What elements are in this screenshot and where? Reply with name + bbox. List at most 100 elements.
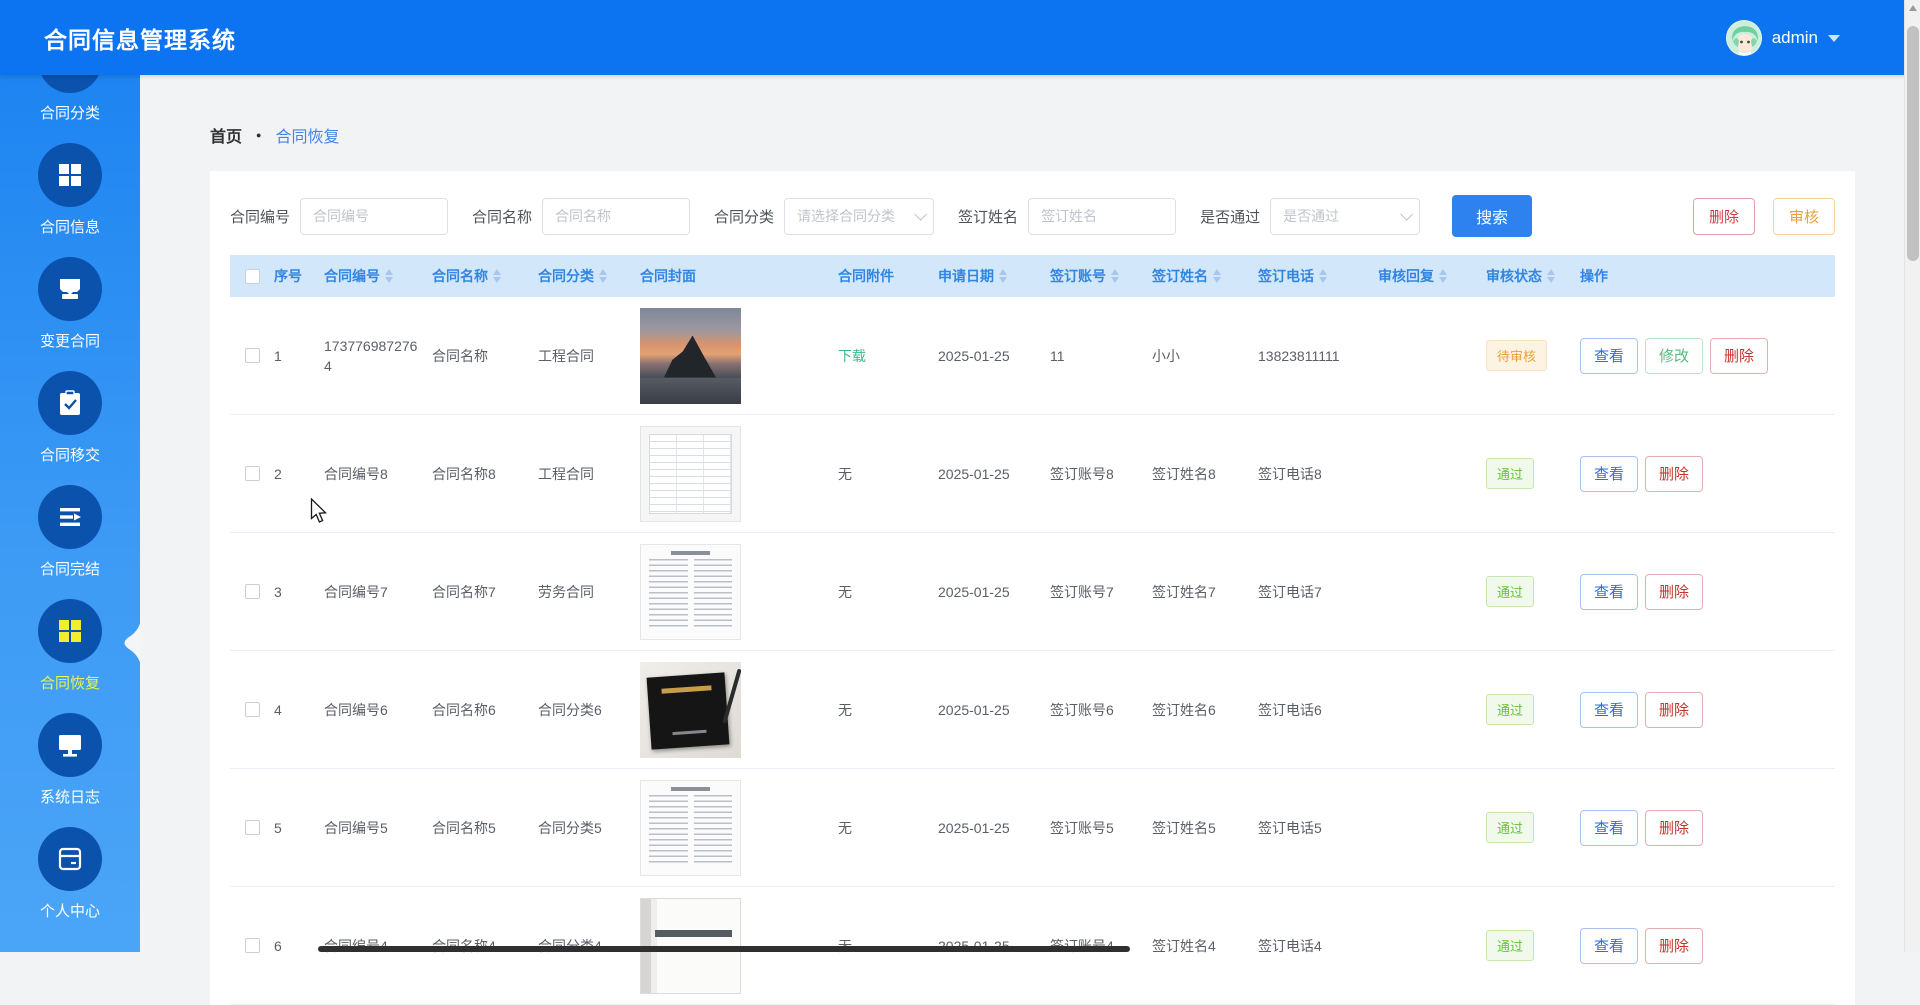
sort-carets-icon[interactable] bbox=[999, 269, 1007, 283]
contract-cover-image[interactable] bbox=[640, 544, 741, 640]
col-header-category[interactable]: 合同分类 bbox=[538, 266, 640, 286]
contract-category: 合同分类5 bbox=[538, 818, 640, 838]
sidebar: 合同分类 合同信息 变更合同 合同移交 合同完结 合同恢复 bbox=[0, 75, 140, 952]
grid-icon bbox=[38, 599, 102, 663]
sidebar-item-contract-transfer[interactable]: 合同移交 bbox=[0, 365, 140, 479]
pass-select[interactable]: 是否通过 bbox=[1270, 198, 1420, 235]
mouse-cursor-icon bbox=[310, 498, 328, 524]
view-button[interactable]: 查看 bbox=[1580, 928, 1638, 964]
search-button[interactable]: 搜索 bbox=[1452, 195, 1532, 237]
contract-cover-image[interactable] bbox=[640, 780, 741, 876]
col-header-name[interactable]: 合同名称 bbox=[432, 266, 538, 286]
chevron-down-icon[interactable] bbox=[1828, 35, 1840, 42]
view-button[interactable]: 查看 bbox=[1580, 456, 1638, 492]
row-checkbox[interactable] bbox=[245, 348, 260, 363]
apply-date: 2025-01-25 bbox=[938, 702, 1050, 718]
bulk-actions: 删除 审核 bbox=[1693, 198, 1835, 235]
breadcrumb-separator: ● bbox=[256, 130, 261, 140]
col-header-code[interactable]: 合同编号 bbox=[324, 266, 432, 286]
sidebar-item-contract-category[interactable]: 合同分类 bbox=[0, 75, 140, 137]
sign-person: 签订姓名7 bbox=[1152, 582, 1258, 602]
view-button[interactable]: 查看 bbox=[1580, 574, 1638, 610]
chevron-down-icon bbox=[914, 208, 927, 221]
status-badge: 通过 bbox=[1486, 812, 1534, 843]
contract-code-input[interactable] bbox=[300, 198, 448, 235]
sidebar-item-system-log[interactable]: 系统日志 bbox=[0, 707, 140, 821]
sort-carets-icon[interactable] bbox=[1439, 269, 1447, 283]
contract-cover-image[interactable] bbox=[640, 426, 741, 522]
contract-cover-image[interactable] bbox=[640, 662, 741, 758]
download-link[interactable]: 下载 bbox=[838, 346, 866, 366]
active-item-notch bbox=[122, 611, 140, 675]
status-badge: 通过 bbox=[1486, 930, 1534, 961]
sidebar-item-contract-complete[interactable]: 合同完结 bbox=[0, 479, 140, 593]
sidebar-item-label: 合同分类 bbox=[40, 102, 100, 123]
category-select[interactable]: 请选择合同分类 bbox=[784, 198, 934, 235]
delete-button[interactable]: 删除 bbox=[1645, 810, 1703, 846]
contract-name-input[interactable] bbox=[542, 198, 690, 235]
apply-date: 2025-01-25 bbox=[938, 584, 1050, 600]
sidebar-item-contract-restore[interactable]: 合同恢复 bbox=[0, 593, 140, 707]
sort-carets-icon[interactable] bbox=[385, 269, 393, 283]
row-checkbox[interactable] bbox=[245, 466, 260, 481]
filter-contract-name: 合同名称 bbox=[472, 198, 690, 235]
sidebar-item-personal-center[interactable]: 个人中心 bbox=[0, 821, 140, 935]
sidebar-item-contract-info[interactable]: 合同信息 bbox=[0, 137, 140, 251]
col-header-status[interactable]: 审核状态 bbox=[1486, 266, 1580, 286]
select-all-checkbox[interactable] bbox=[245, 269, 260, 284]
sort-carets-icon[interactable] bbox=[1319, 269, 1327, 283]
sort-carets-icon[interactable] bbox=[1111, 269, 1119, 283]
sign-account: 签订账号7 bbox=[1050, 582, 1152, 602]
user-menu[interactable]: admin bbox=[1726, 20, 1840, 56]
sidebar-item-change-contract[interactable]: 变更合同 bbox=[0, 251, 140, 365]
contract-cover-image[interactable] bbox=[640, 308, 741, 404]
col-header-person[interactable]: 签订姓名 bbox=[1152, 266, 1258, 286]
grid-icon bbox=[38, 143, 102, 207]
sort-carets-icon[interactable] bbox=[599, 269, 607, 283]
sort-carets-icon[interactable] bbox=[1547, 269, 1555, 283]
filter-label: 合同分类 bbox=[714, 206, 774, 227]
sign-person: 签订姓名5 bbox=[1152, 818, 1258, 838]
bulk-audit-button[interactable]: 审核 bbox=[1773, 198, 1835, 235]
bulk-delete-button[interactable]: 删除 bbox=[1693, 198, 1755, 235]
col-header-phone[interactable]: 签订电话 bbox=[1258, 266, 1378, 286]
row-checkbox[interactable] bbox=[245, 702, 260, 717]
view-button[interactable]: 查看 bbox=[1580, 338, 1638, 374]
col-header-actions: 操作 bbox=[1580, 266, 1835, 286]
user-name[interactable]: admin bbox=[1772, 28, 1818, 48]
col-header-date[interactable]: 申请日期 bbox=[938, 266, 1050, 286]
vertical-scrollbar-thumb[interactable] bbox=[1907, 26, 1919, 261]
delete-button[interactable]: 删除 bbox=[1710, 338, 1768, 374]
breadcrumb-current[interactable]: 合同恢复 bbox=[275, 123, 339, 147]
row-checkbox[interactable] bbox=[245, 820, 260, 835]
filter-label: 签订姓名 bbox=[958, 206, 1018, 227]
contract-name: 合同名称7 bbox=[432, 582, 538, 602]
vertical-scrollbar[interactable] bbox=[1904, 0, 1920, 952]
pass-select-placeholder: 是否通过 bbox=[1283, 206, 1339, 226]
contract-category: 工程合同 bbox=[538, 346, 640, 366]
delete-button[interactable]: 删除 bbox=[1645, 928, 1703, 964]
col-header-account[interactable]: 签订账号 bbox=[1050, 266, 1152, 286]
delete-button[interactable]: 删除 bbox=[1645, 456, 1703, 492]
view-button[interactable]: 查看 bbox=[1580, 692, 1638, 728]
delete-button[interactable]: 删除 bbox=[1645, 574, 1703, 610]
row-checkbox[interactable] bbox=[245, 584, 260, 599]
app-title: 合同信息管理系统 bbox=[44, 21, 236, 55]
sort-carets-icon[interactable] bbox=[493, 269, 501, 283]
row-index: 1 bbox=[274, 348, 324, 364]
avatar[interactable] bbox=[1726, 20, 1762, 56]
sort-carets-icon[interactable] bbox=[1213, 269, 1221, 283]
status-badge: 通过 bbox=[1486, 576, 1534, 607]
sign-account: 签订账号8 bbox=[1050, 464, 1152, 484]
apply-date: 2025-01-25 bbox=[938, 348, 1050, 364]
col-header-reply[interactable]: 审核回复 bbox=[1378, 266, 1486, 286]
row-index: 4 bbox=[274, 702, 324, 718]
signer-name-input[interactable] bbox=[1028, 198, 1176, 235]
view-button[interactable]: 查看 bbox=[1580, 810, 1638, 846]
breadcrumb-home[interactable]: 首页 bbox=[210, 123, 242, 147]
horizontal-scrollbar-thumb[interactable] bbox=[318, 946, 1130, 952]
row-checkbox[interactable] bbox=[245, 938, 260, 953]
scroll-up-arrow-icon[interactable] bbox=[1909, 5, 1917, 11]
delete-button[interactable]: 删除 bbox=[1645, 692, 1703, 728]
edit-button[interactable]: 修改 bbox=[1645, 338, 1703, 374]
